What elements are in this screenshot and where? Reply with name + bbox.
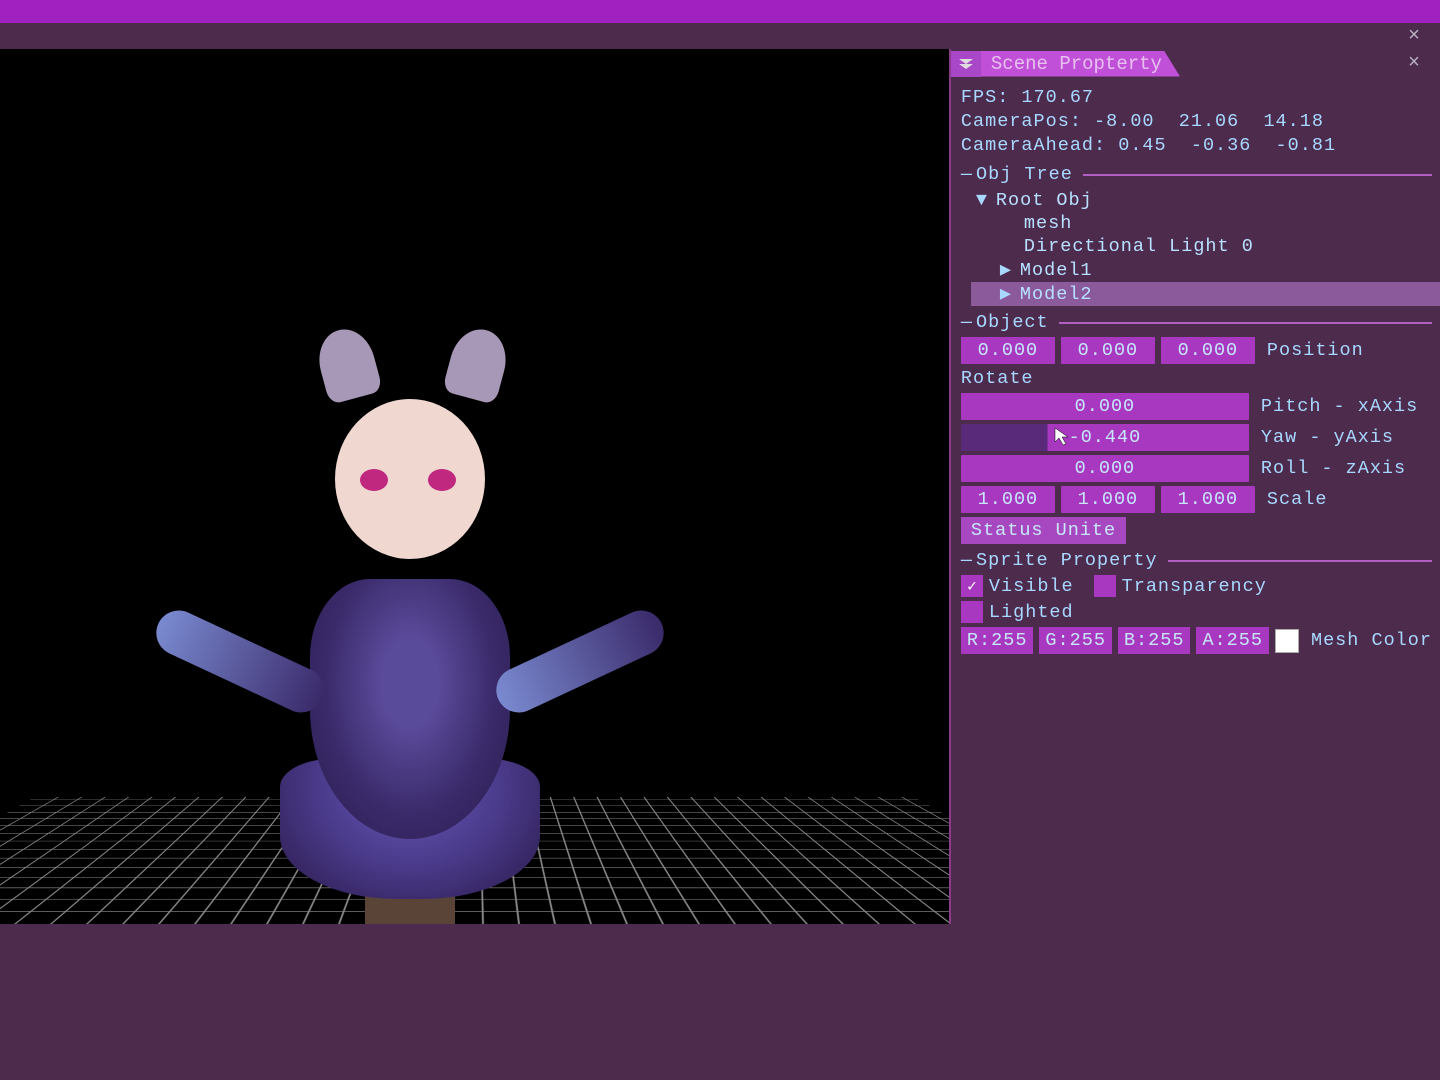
panel-close-icon[interactable]: × [1408, 52, 1420, 75]
lighted-checkbox[interactable] [961, 601, 983, 623]
mesh-color-g-field[interactable]: G:255 [1039, 627, 1112, 654]
roll-field[interactable]: 0.000 [961, 455, 1249, 482]
yaw-field[interactable]: -0.440 [961, 424, 1249, 451]
top-menu-bar [0, 0, 1440, 23]
lighted-label: Lighted [989, 602, 1074, 623]
pitch-field[interactable]: 0.000 [961, 393, 1249, 420]
rotate-label: Rotate [961, 368, 1432, 389]
model-character [150, 319, 670, 924]
obj-tree-header[interactable]: —Obj Tree [961, 164, 1432, 185]
camera-pos-readout: CameraPos: -8.00 21.06 14.18 [961, 110, 1432, 134]
scene-property-panel: Scene Propterty × FPS: 170.67 CameraPos:… [951, 49, 1440, 1080]
sprite-property-header[interactable]: —Sprite Property [961, 550, 1432, 571]
transparency-checkbox[interactable] [1094, 575, 1116, 597]
viewport-close-icon[interactable]: × [1408, 25, 1420, 48]
object-header[interactable]: —Object [961, 312, 1432, 333]
status-unite-button[interactable]: Status Unite [961, 517, 1126, 544]
camera-ahead-readout: CameraAhead: 0.45 -0.36 -0.81 [961, 134, 1432, 158]
visible-label: Visible [989, 576, 1074, 597]
scale-label: Scale [1267, 489, 1328, 510]
roll-label: Roll - zAxis [1261, 458, 1406, 479]
mesh-color-r-field[interactable]: R:255 [961, 627, 1034, 654]
tree-directional-light[interactable]: Directional Light 0 [976, 235, 1432, 258]
mesh-color-b-field[interactable]: B:255 [1118, 627, 1191, 654]
position-y-field[interactable]: 0.000 [1061, 337, 1155, 364]
viewport-3d[interactable] [0, 49, 951, 924]
tree-mesh[interactable]: mesh [976, 212, 1432, 235]
tree-model1[interactable]: ▶Model1 [976, 258, 1432, 282]
position-x-field[interactable]: 0.000 [961, 337, 1055, 364]
scale-z-field[interactable]: 1.000 [1161, 486, 1255, 513]
window-tab-bar: × [0, 23, 1440, 49]
position-label: Position [1267, 340, 1364, 361]
mesh-color-swatch[interactable] [1275, 629, 1299, 653]
scale-x-field[interactable]: 1.000 [961, 486, 1055, 513]
mesh-color-label: Mesh Color [1311, 630, 1432, 651]
visible-checkbox[interactable]: ✓ [961, 575, 983, 597]
yaw-label: Yaw - yAxis [1261, 427, 1394, 448]
fps-readout: FPS: 170.67 [961, 86, 1432, 110]
panel-menu-icon[interactable] [951, 51, 981, 77]
position-z-field[interactable]: 0.000 [1161, 337, 1255, 364]
mesh-color-a-field[interactable]: A:255 [1196, 627, 1269, 654]
tree-root-obj[interactable]: ▼Root Obj [976, 189, 1432, 212]
pitch-label: Pitch - xAxis [1261, 396, 1418, 417]
panel-title[interactable]: Scene Propterty [981, 51, 1180, 77]
scale-y-field[interactable]: 1.000 [1061, 486, 1155, 513]
tree-model2[interactable]: ▶Model2 [971, 282, 1440, 306]
transparency-label: Transparency [1122, 576, 1267, 597]
